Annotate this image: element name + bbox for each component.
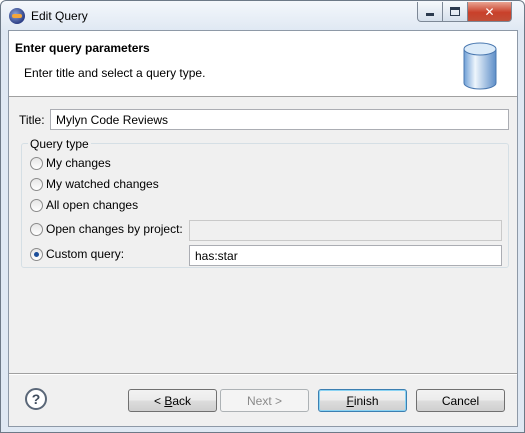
custom-query-input[interactable] [189, 245, 502, 266]
help-icon[interactable]: ? [25, 388, 47, 410]
eclipse-icon [9, 8, 25, 24]
maximize-icon [450, 7, 460, 16]
radio-button[interactable] [30, 156, 43, 170]
maximize-button[interactable] [442, 2, 468, 22]
radio-button[interactable] [30, 222, 43, 236]
minimize-icon [426, 12, 434, 16]
title-input[interactable] [50, 109, 509, 130]
finish-mnemonic: F [346, 393, 354, 408]
radio-label: My changes [46, 156, 111, 170]
back-button[interactable]: < Back [128, 389, 217, 412]
dialog-client-area: Enter query parameters Enter title and s… [8, 30, 518, 427]
project-input [189, 220, 502, 241]
close-icon: ✕ [484, 4, 495, 19]
radio-label: My watched changes [46, 177, 159, 191]
window-title: Edit Query [31, 9, 88, 23]
back-prefix: < [153, 393, 165, 408]
radio-label: All open changes [46, 198, 139, 212]
edit-query-window: Edit Query ✕ Enter query parameters Ente… [0, 0, 525, 433]
finish-rest: inish [353, 393, 379, 408]
radio-label: Open changes by project: [46, 222, 183, 236]
radio-open-changes-by-project[interactable]: Open changes by project: [30, 222, 183, 236]
back-rest: ack [172, 393, 192, 408]
radio-my-changes[interactable]: My changes [30, 156, 111, 170]
radio-button[interactable] [30, 177, 43, 191]
cancel-button[interactable]: Cancel [416, 389, 505, 412]
button-bar-separator [9, 373, 517, 375]
radio-button-selected[interactable] [30, 247, 43, 261]
next-button[interactable]: Next > [220, 389, 309, 412]
header-description: Enter title and select a query type. [24, 66, 206, 80]
query-type-legend: Query type [28, 137, 91, 151]
title-bar[interactable]: Edit Query ✕ [1, 1, 524, 30]
database-icon [463, 42, 497, 90]
radio-custom-query[interactable]: Custom query: [30, 247, 124, 261]
header-title: Enter query parameters [15, 41, 150, 55]
radio-button[interactable] [30, 198, 43, 212]
wizard-header: Enter query parameters Enter title and s… [9, 31, 517, 97]
radio-all-open-changes[interactable]: All open changes [30, 198, 138, 212]
cancel-label: Cancel [441, 393, 480, 408]
radio-label: Custom query: [46, 247, 125, 261]
minimize-button[interactable] [417, 2, 443, 22]
radio-my-watched-changes[interactable]: My watched changes [30, 177, 159, 191]
finish-button[interactable]: Finish [318, 389, 407, 412]
next-label: Next > [246, 393, 282, 408]
close-button[interactable]: ✕ [467, 2, 512, 22]
back-mnemonic: B [164, 393, 173, 408]
query-type-group: Query type My changes My watched changes… [21, 137, 509, 268]
title-label: Title: [19, 113, 45, 127]
